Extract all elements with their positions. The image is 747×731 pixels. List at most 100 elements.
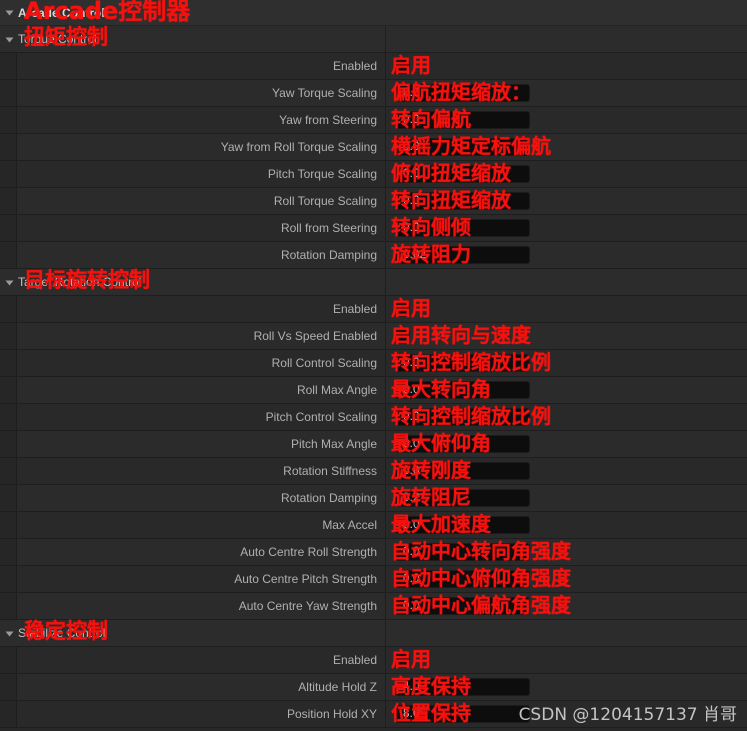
number-input-yaw-from-steering[interactable]: 0.0 — [395, 111, 530, 129]
triangle-down-icon[interactable] — [0, 620, 18, 646]
indent-guide — [0, 539, 17, 565]
name-cell: Max Accel — [0, 512, 386, 538]
property-label: Rotation Damping — [280, 248, 377, 262]
property-row-roll-max-angle[interactable]: Roll Max Angle 0.0 — [0, 377, 747, 404]
number-input-pitch-control-scaling[interactable]: 0.0 — [395, 408, 530, 426]
category-header-stabilize-control[interactable]: Stabilize Control — [0, 620, 747, 647]
property-row-yaw-from-steering[interactable]: Yaw from Steering 0.0 — [0, 107, 747, 134]
number-input-auto-centre-roll-strength[interactable]: 0.0 — [395, 543, 530, 561]
property-label: Yaw from Roll Torque Scaling — [220, 140, 377, 154]
value-cell: 0.0 — [386, 593, 747, 619]
indent-guide — [0, 674, 17, 700]
property-row-yaw-torque-scaling[interactable]: Yaw Torque Scaling 0.0 — [0, 80, 747, 107]
number-input-roll-max-angle[interactable]: 0.0 — [395, 381, 530, 399]
category-header-target-rotation-control[interactable]: Target Rotation Control — [0, 269, 747, 296]
checkbox-roll-vs-speed-enabled[interactable] — [395, 328, 410, 344]
indent-guide — [0, 53, 17, 79]
name-cell: Torque Control — [0, 26, 386, 52]
triangle-down-icon[interactable] — [0, 269, 18, 295]
indent-guide — [0, 647, 17, 673]
name-cell: Roll Control Scaling — [0, 350, 386, 376]
name-cell: Arcade Control — [0, 0, 386, 25]
property-row-enabled[interactable]: Enabled — [0, 647, 747, 674]
property-row-auto-centre-roll-strength[interactable]: Auto Centre Roll Strength 0.0 — [0, 539, 747, 566]
value-cell: 0.0 — [386, 566, 747, 592]
property-row-yaw-from-roll-torque-scaling[interactable]: Yaw from Roll Torque Scaling 0.0 — [0, 134, 747, 161]
value-cell: 0.0 — [386, 539, 747, 565]
property-row-rotation-stiffness[interactable]: Rotation Stiffness 0.0 — [0, 458, 747, 485]
name-cell: Target Rotation Control — [0, 269, 386, 295]
property-row-rotation-damping[interactable]: Rotation Damping 0.2 — [0, 485, 747, 512]
value-cell: 0.0 — [386, 80, 747, 106]
property-label: Enabled — [332, 59, 377, 73]
property-row-roll-torque-scaling[interactable]: Roll Torque Scaling 0.0 — [0, 188, 747, 215]
category-header-torque-control[interactable]: Torque Control — [0, 26, 747, 53]
name-cell: Roll Max Angle — [0, 377, 386, 403]
property-label: Roll Max Angle — [296, 383, 377, 397]
property-label: Yaw Torque Scaling — [272, 86, 377, 100]
property-label: Roll Vs Speed Enabled — [253, 329, 377, 343]
property-row-auto-centre-pitch-strength[interactable]: Auto Centre Pitch Strength 0.0 — [0, 566, 747, 593]
number-input-auto-centre-yaw-strength[interactable]: 0.0 — [395, 597, 530, 615]
number-input-pitch-torque-scaling[interactable]: 0.0 — [395, 165, 530, 183]
property-label: Pitch Max Angle — [290, 437, 377, 451]
property-row-enabled[interactable]: Enabled — [0, 53, 747, 80]
number-input-yaw-torque-scaling[interactable]: 0.0 — [395, 84, 530, 102]
checkbox-enabled[interactable] — [395, 301, 410, 317]
number-input-roll-torque-scaling[interactable]: 0.0 — [395, 192, 530, 210]
name-cell: Pitch Max Angle — [0, 431, 386, 457]
property-row-pitch-control-scaling[interactable]: Pitch Control Scaling 0.0 — [0, 404, 747, 431]
property-row-max-accel[interactable]: Max Accel 0.0 — [0, 512, 747, 539]
name-cell: Pitch Control Scaling — [0, 404, 386, 430]
number-input-yaw-from-roll-torque-scaling[interactable]: 0.0 — [395, 138, 530, 156]
property-rows-container: Torque Control Enabled Yaw Torque Scaling 0… — [0, 26, 747, 728]
category-header-arcade-control[interactable]: Arcade Control — [0, 0, 747, 26]
property-label: Max Accel — [322, 518, 377, 532]
indent-guide — [0, 593, 17, 619]
number-input-rotation-damping[interactable]: 0.2 — [395, 489, 530, 507]
property-row-roll-control-scaling[interactable]: Roll Control Scaling 0.0 — [0, 350, 747, 377]
property-row-roll-vs-speed-enabled[interactable]: Roll Vs Speed Enabled — [0, 323, 747, 350]
details-panel: Arcade Control Torque Control Enabled Yaw … — [0, 0, 747, 731]
number-input-roll-from-steering[interactable]: 0.0 — [395, 219, 530, 237]
property-label: Enabled — [332, 653, 377, 667]
number-input-position-hold-xy[interactable]: 8.0 — [395, 705, 530, 723]
checkbox-enabled[interactable] — [395, 58, 410, 74]
value-cell — [386, 53, 747, 79]
indent-guide — [0, 566, 17, 592]
number-input-roll-control-scaling[interactable]: 0.0 — [395, 354, 530, 372]
property-label: Yaw from Steering — [279, 113, 377, 127]
value-cell: 0.0 — [386, 350, 747, 376]
name-cell: Auto Centre Roll Strength — [0, 539, 386, 565]
name-cell: Position Hold XY — [0, 701, 386, 727]
property-row-roll-from-steering[interactable]: Roll from Steering 0.0 — [0, 215, 747, 242]
number-input-auto-centre-pitch-strength[interactable]: 0.0 — [395, 570, 530, 588]
name-cell: Auto Centre Pitch Strength — [0, 566, 386, 592]
triangle-down-icon[interactable] — [0, 26, 18, 52]
property-row-enabled[interactable]: Enabled — [0, 296, 747, 323]
indent-guide — [0, 80, 17, 106]
number-input-pitch-max-angle[interactable]: 0.0 — [395, 435, 530, 453]
name-cell: Yaw from Roll Torque Scaling — [0, 134, 386, 160]
indent-guide — [0, 161, 17, 187]
indent-guide — [0, 404, 17, 430]
indent-guide — [0, 431, 17, 457]
property-row-rotation-damping[interactable]: Rotation Damping 0.02 — [0, 242, 747, 269]
checkbox-enabled[interactable] — [395, 652, 410, 668]
number-input-altitude-hold-z[interactable]: 4.0 — [395, 678, 530, 696]
value-cell — [386, 269, 747, 295]
number-input-rotation-damping[interactable]: 0.02 — [395, 246, 530, 264]
property-row-altitude-hold-z[interactable]: Altitude Hold Z 4.0 — [0, 674, 747, 701]
property-row-auto-centre-yaw-strength[interactable]: Auto Centre Yaw Strength 0.0 — [0, 593, 747, 620]
number-input-max-accel[interactable]: 0.0 — [395, 516, 530, 534]
indent-guide — [0, 107, 17, 133]
property-label: Enabled — [332, 302, 377, 316]
property-row-pitch-max-angle[interactable]: Pitch Max Angle 0.0 — [0, 431, 747, 458]
number-input-rotation-stiffness[interactable]: 0.0 — [395, 462, 530, 480]
property-label: Roll Control Scaling — [271, 356, 377, 370]
property-row-pitch-torque-scaling[interactable]: Pitch Torque Scaling 0.0 — [0, 161, 747, 188]
value-cell: 0.02 — [386, 242, 747, 268]
triangle-down-icon[interactable] — [0, 0, 18, 25]
category-label: Arcade Control — [18, 5, 105, 20]
value-cell — [386, 296, 747, 322]
